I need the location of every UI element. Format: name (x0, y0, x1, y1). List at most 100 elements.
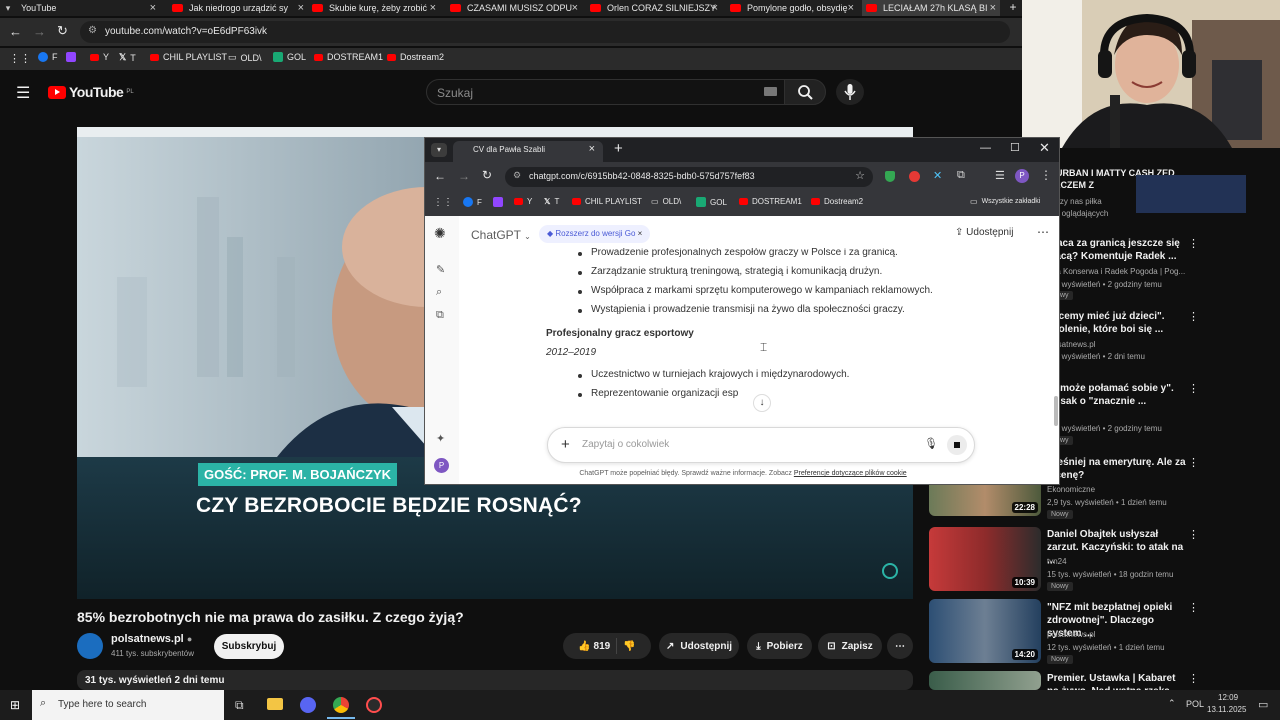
menu-icon[interactable]: ☰ (16, 83, 30, 103)
browser-tab[interactable]: Orlen CORAZ SILNIEJSZY × (586, 0, 722, 16)
new-tab-button[interactable]: + (1004, 0, 1022, 16)
rec-thumbnail[interactable] (929, 671, 1041, 690)
bookmark-item[interactable]: DOSTREAM1 (314, 52, 383, 62)
bookmark-item[interactable]: Dostream2 (387, 52, 444, 62)
site-info-icon[interactable]: ⚙ (88, 25, 97, 36)
windows-start-icon[interactable]: ⊞ (10, 698, 20, 712)
discord-icon[interactable] (300, 697, 316, 713)
search-input[interactable]: Szukaj (426, 79, 790, 105)
channel-avatar[interactable] (77, 633, 103, 659)
taskbar-search[interactable]: ⌕ Type here to search (32, 690, 224, 720)
bookmark-item[interactable]: Dostream2 (811, 197, 863, 206)
keyboard-icon[interactable] (764, 87, 777, 96)
minimize-icon[interactable]: — (980, 142, 991, 154)
mic-icon[interactable]: 🎙 (924, 437, 938, 450)
clock-date[interactable]: 13.11.2025 (1207, 705, 1246, 714)
obs-icon[interactable] (366, 697, 382, 713)
reload-icon[interactable]: ↻ (57, 23, 68, 39)
bookmark-folder[interactable]: ▭ OLD\ (228, 52, 262, 63)
close-icon[interactable]: × (150, 2, 156, 14)
tab-list-icon[interactable]: ☰ (995, 169, 1005, 182)
like-button[interactable]: 👍 819 (578, 641, 610, 652)
more-icon[interactable]: ⋮ (1188, 310, 1199, 323)
close-icon[interactable]: × (298, 2, 304, 14)
back-icon[interactable]: ← (434, 169, 446, 183)
maximize-icon[interactable]: ☐ (1010, 141, 1020, 154)
clock-time[interactable]: 12:09 (1218, 693, 1238, 702)
forward-icon[interactable]: → (458, 169, 470, 183)
kebab-menu-icon[interactable]: ⋮ (1040, 168, 1052, 182)
share-button[interactable]: ⇪ Udostępnij (955, 227, 1013, 238)
browser-tab[interactable]: Jak niedrogo urządzić sy × (168, 0, 308, 16)
openai-logo-icon[interactable]: ✺ (434, 225, 446, 242)
bookmark-item[interactable]: F (463, 197, 482, 207)
description-box[interactable]: 31 tys. wyświetleń 2 dni temu (77, 670, 913, 690)
dislike-icon[interactable]: 👎 (623, 641, 635, 652)
close-icon[interactable]: × (572, 2, 578, 14)
more-actions-button[interactable]: ⋯ (887, 633, 913, 659)
profile-avatar[interactable]: P (1015, 169, 1029, 183)
plus-icon[interactable]: + (561, 436, 570, 453)
rec-thumbnail[interactable]: 14:20 (929, 599, 1041, 663)
bookmark-item[interactable]: Y (514, 197, 532, 206)
upgrade-chip[interactable]: ◆ Rozszerz do wersji Go × (539, 225, 651, 243)
tab-search-icon[interactable]: ▾ (431, 143, 447, 157)
more-icon[interactable]: ⋮ (1188, 528, 1199, 541)
scroll-down-button[interactable]: ↓ (753, 394, 771, 412)
download-button[interactable]: ⤓ Pobierz (747, 633, 812, 659)
extension-icon[interactable] (909, 171, 920, 182)
address-bar[interactable]: ⚙ youtube.com/watch?v=oE6dPF63ivk (80, 21, 1010, 43)
cookie-preferences-link[interactable]: Preferencje dotyczące plików cookie (794, 470, 907, 477)
bookmark-item[interactable]: 𝕏T (544, 197, 559, 206)
bookmark-item[interactable]: CHIL PLAYLIST (572, 197, 642, 206)
browser-tab[interactable]: Skubie kurę, żeby zrobić × (308, 0, 440, 16)
task-view-icon[interactable]: ⧉ (235, 698, 244, 713)
chatgpt-address-bar[interactable]: ⚙ chatgpt.com/c/6915bb42-0848-8325-bdb0-… (505, 167, 873, 187)
bookmark-item[interactable]: 𝕏T (119, 52, 136, 63)
bookmark-folder[interactable]: ▭ OLD\ (651, 197, 681, 206)
notification-icon[interactable]: ▭ (1258, 698, 1268, 711)
tab-search-icon[interactable]: ▾ (0, 0, 16, 16)
more-icon[interactable]: ⋮ (1188, 456, 1199, 469)
share-button[interactable]: ↗ Udostępnij (659, 633, 739, 659)
rec-title[interactable]: k "może połamać sobie y". Bosak o "znacz… (1047, 382, 1187, 408)
channel-name[interactable]: polsatnews.pl ● (111, 633, 192, 645)
bookmark-item[interactable]: F (38, 52, 58, 62)
rec-title[interactable]: praca za granicą jeszcze się ...acą? Kom… (1047, 237, 1187, 263)
library-icon[interactable]: ⧉ (436, 309, 444, 322)
close-icon[interactable]: × (712, 2, 718, 14)
more-options-icon[interactable]: ⋯ (1037, 225, 1049, 239)
close-window-icon[interactable]: ✕ (1039, 140, 1050, 156)
more-icon[interactable]: ⋮ (1188, 237, 1199, 250)
new-tab-button[interactable]: + (614, 140, 623, 157)
bookmark-item[interactable]: GOL (273, 52, 306, 62)
language-indicator[interactable]: POL (1186, 699, 1204, 709)
file-explorer-icon[interactable] (267, 698, 283, 710)
voice-mode-button[interactable] (947, 435, 967, 455)
new-chat-icon[interactable]: ✎ (436, 263, 445, 276)
sparkle-icon[interactable]: ✦ (436, 432, 445, 445)
apps-icon[interactable]: ⋮⋮ (9, 52, 31, 65)
browser-tab-active[interactable]: LECIAŁAM 27h KLASĄ BI × (862, 0, 1000, 16)
subscribe-button[interactable]: Subskrybuj (214, 634, 284, 659)
search-icon[interactable]: ⌕ (436, 286, 442, 299)
close-icon[interactable]: × (430, 2, 436, 14)
bookmark-item[interactable]: DOSTREAM1 (739, 197, 802, 206)
close-icon[interactable]: × (848, 2, 854, 14)
apps-icon[interactable]: ⋮⋮ (433, 197, 453, 208)
rec-title[interactable]: chcemy mieć już dzieci". koolenie, które… (1047, 310, 1187, 336)
close-icon[interactable]: × (990, 2, 996, 14)
bookmark-item[interactable]: CHIL PLAYLIST (150, 52, 227, 62)
rec-title[interactable]: Daniel Obajtek usłyszał zarzut. Kaczyńsk… (1047, 528, 1187, 567)
site-info-icon[interactable]: ⚙ (513, 170, 521, 181)
bookmark-item[interactable]: GOL (696, 197, 727, 207)
reload-icon[interactable]: ↻ (482, 168, 492, 182)
browser-tab[interactable]: CZASAMI MUSISZ ODPU × (446, 0, 582, 16)
bookmark-item[interactable] (493, 197, 503, 207)
live-thumbnail[interactable] (1136, 175, 1246, 213)
all-bookmarks-folder[interactable]: ▭ Wszystkie zakładki (970, 197, 1040, 206)
forward-icon[interactable]: → (33, 24, 46, 39)
bookmark-item[interactable]: Y (90, 52, 109, 62)
chrome-icon[interactable] (333, 697, 349, 713)
scrollbar[interactable] (1054, 396, 1058, 426)
